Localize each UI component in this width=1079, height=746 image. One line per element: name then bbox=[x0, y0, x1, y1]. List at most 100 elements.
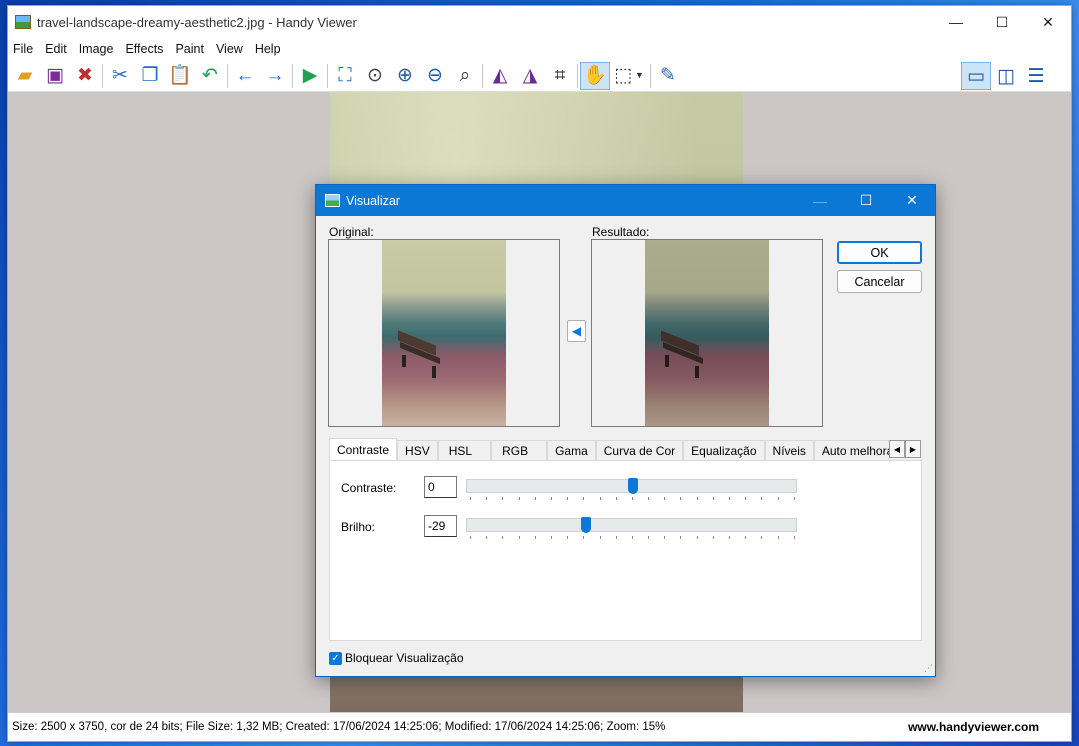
zoom-reset-icon[interactable]: ⌕ bbox=[450, 62, 480, 90]
fit-window-icon[interactable]: ⛶ bbox=[330, 62, 360, 90]
tick-mark bbox=[534, 536, 536, 539]
tick-mark bbox=[534, 497, 536, 500]
tick-mark bbox=[502, 536, 504, 539]
zoom-out-icon[interactable]: ⊖ bbox=[420, 62, 450, 90]
resize-grip-icon[interactable]: ⋰ bbox=[924, 663, 933, 674]
tick-mark bbox=[599, 536, 601, 539]
dialog-close-button[interactable]: ✕ bbox=[889, 185, 935, 216]
tick-mark bbox=[712, 536, 714, 539]
tab-niveis[interactable]: Níveis bbox=[764, 440, 814, 460]
minimize-button[interactable]: — bbox=[933, 6, 979, 38]
tab-scroller: ◀ ▶ bbox=[889, 440, 921, 458]
tick-mark bbox=[745, 497, 747, 500]
tab-scroll-right-icon[interactable]: ▶ bbox=[905, 440, 921, 458]
hand-tool-icon[interactable]: ✋ bbox=[580, 61, 610, 90]
tab-scroll-left-icon[interactable]: ◀ bbox=[889, 440, 905, 458]
tab-gama[interactable]: Gama bbox=[547, 440, 596, 460]
ok-button[interactable]: OK bbox=[837, 241, 922, 264]
tick-mark bbox=[631, 536, 633, 539]
dialog-app-icon bbox=[325, 194, 340, 207]
tick-mark bbox=[712, 497, 714, 500]
slideshow-icon[interactable]: ▶ bbox=[295, 62, 325, 90]
undo-icon[interactable]: ↶ bbox=[195, 62, 225, 90]
tick-mark bbox=[583, 497, 585, 500]
contrast-slider[interactable] bbox=[466, 478, 797, 494]
visualizar-dialog: Visualizar — ☐ ✕ Original: Resultado: ◀ … bbox=[315, 184, 936, 677]
selection-icon[interactable]: ⬚ ▼ bbox=[610, 62, 648, 90]
tick-mark bbox=[615, 497, 617, 500]
tree-view-icon[interactable]: ☰ bbox=[1021, 62, 1051, 90]
tick-mark bbox=[518, 497, 520, 500]
tick-mark bbox=[729, 536, 730, 539]
menu-image[interactable]: Image bbox=[73, 42, 120, 56]
tab-rgb[interactable]: RGB bbox=[491, 440, 548, 460]
tick-mark bbox=[502, 497, 504, 500]
lock-preview-checkbox[interactable]: ✓ bbox=[329, 652, 342, 665]
menu-paint[interactable]: Paint bbox=[169, 42, 210, 56]
dual-view-icon[interactable]: ◫ bbox=[991, 62, 1021, 90]
zoom-region-icon[interactable]: ⊙ bbox=[360, 62, 390, 90]
tab-curva-de-cor[interactable]: Curva de Cor bbox=[595, 440, 684, 460]
contraste-panel: Contraste: 0 Brilho: -29 bbox=[329, 460, 922, 641]
copy-to-original-button[interactable]: ◀ bbox=[567, 320, 586, 342]
brightness-slider[interactable] bbox=[466, 517, 797, 533]
brightness-slider-thumb[interactable] bbox=[580, 517, 591, 533]
tab-contraste[interactable]: Contraste bbox=[329, 438, 398, 460]
website-link[interactable]: www.handyviewer.com bbox=[908, 720, 1039, 734]
original-preview bbox=[328, 239, 560, 427]
tick-mark bbox=[567, 536, 569, 539]
close-file-icon[interactable]: ✖ bbox=[70, 62, 100, 90]
zoom-in-icon[interactable]: ⊕ bbox=[390, 62, 420, 90]
tick-mark bbox=[486, 497, 488, 500]
copy-icon[interactable]: ❐ bbox=[135, 62, 165, 90]
tab-equalizacao[interactable]: Equalização bbox=[683, 440, 765, 460]
close-button[interactable]: ✕ bbox=[1025, 6, 1071, 38]
tick-mark bbox=[664, 536, 666, 539]
dialog-maximize-button[interactable]: ☐ bbox=[843, 185, 889, 216]
back-arrow-icon[interactable]: ← bbox=[230, 62, 260, 90]
menu-view[interactable]: View bbox=[210, 42, 249, 56]
save-icon[interactable]: ▣ bbox=[40, 62, 70, 90]
brightness-input[interactable]: -29 bbox=[424, 515, 457, 537]
forward-arrow-icon[interactable]: → bbox=[260, 62, 290, 90]
paste-icon[interactable]: 📋 bbox=[165, 62, 195, 90]
tick-mark bbox=[761, 536, 763, 539]
maximize-button[interactable]: ☐ bbox=[979, 6, 1025, 38]
tab-hsv[interactable]: HSV bbox=[397, 440, 438, 460]
menu-edit[interactable]: Edit bbox=[39, 42, 73, 56]
menu-effects[interactable]: Effects bbox=[119, 42, 169, 56]
lock-preview-label: Bloquear Visualização bbox=[345, 651, 464, 665]
contrast-slider-thumb[interactable] bbox=[627, 478, 638, 494]
tab-hsl[interactable]: HSL bbox=[437, 440, 492, 460]
tick-mark bbox=[470, 497, 471, 500]
tick-mark bbox=[486, 536, 488, 539]
edit-image-icon[interactable]: ✎ bbox=[653, 62, 683, 90]
tick-mark bbox=[761, 497, 763, 500]
adjust-tabs: Contraste HSV HSL RGB Gama Curva de Cor … bbox=[329, 438, 909, 460]
contrast-label: Contraste: bbox=[341, 481, 397, 495]
tick-mark bbox=[567, 497, 569, 500]
flip-icon[interactable]: ◭ bbox=[485, 62, 515, 90]
tick-mark bbox=[680, 497, 682, 500]
tick-mark bbox=[518, 536, 520, 539]
crop-icon[interactable]: ⌗ bbox=[545, 62, 575, 90]
tick-mark bbox=[696, 536, 698, 539]
contrast-input[interactable]: 0 bbox=[424, 476, 457, 498]
tick-mark bbox=[470, 536, 471, 539]
menu-file[interactable]: File bbox=[8, 42, 39, 56]
open-folder-icon[interactable]: ▰ bbox=[10, 62, 40, 90]
menu-help[interactable]: Help bbox=[249, 42, 287, 56]
tick-mark bbox=[550, 497, 552, 500]
brightness-ticks bbox=[470, 536, 795, 540]
tick-mark bbox=[648, 497, 650, 500]
status-info: Size: 2500 x 3750, cor de 24 bits; File … bbox=[12, 721, 666, 733]
original-photo bbox=[382, 240, 506, 426]
dialog-minimize-button: — bbox=[813, 192, 827, 209]
cancel-button[interactable]: Cancelar bbox=[837, 270, 922, 293]
status-bar: Size: 2500 x 3750, cor de 24 bits; File … bbox=[8, 712, 1071, 741]
tick-mark bbox=[777, 536, 779, 539]
rotate-icon[interactable]: ◮ bbox=[515, 62, 545, 90]
tick-mark bbox=[777, 497, 779, 500]
cut-icon[interactable]: ✂ bbox=[105, 62, 135, 90]
single-view-icon[interactable]: ▭ bbox=[961, 62, 991, 90]
